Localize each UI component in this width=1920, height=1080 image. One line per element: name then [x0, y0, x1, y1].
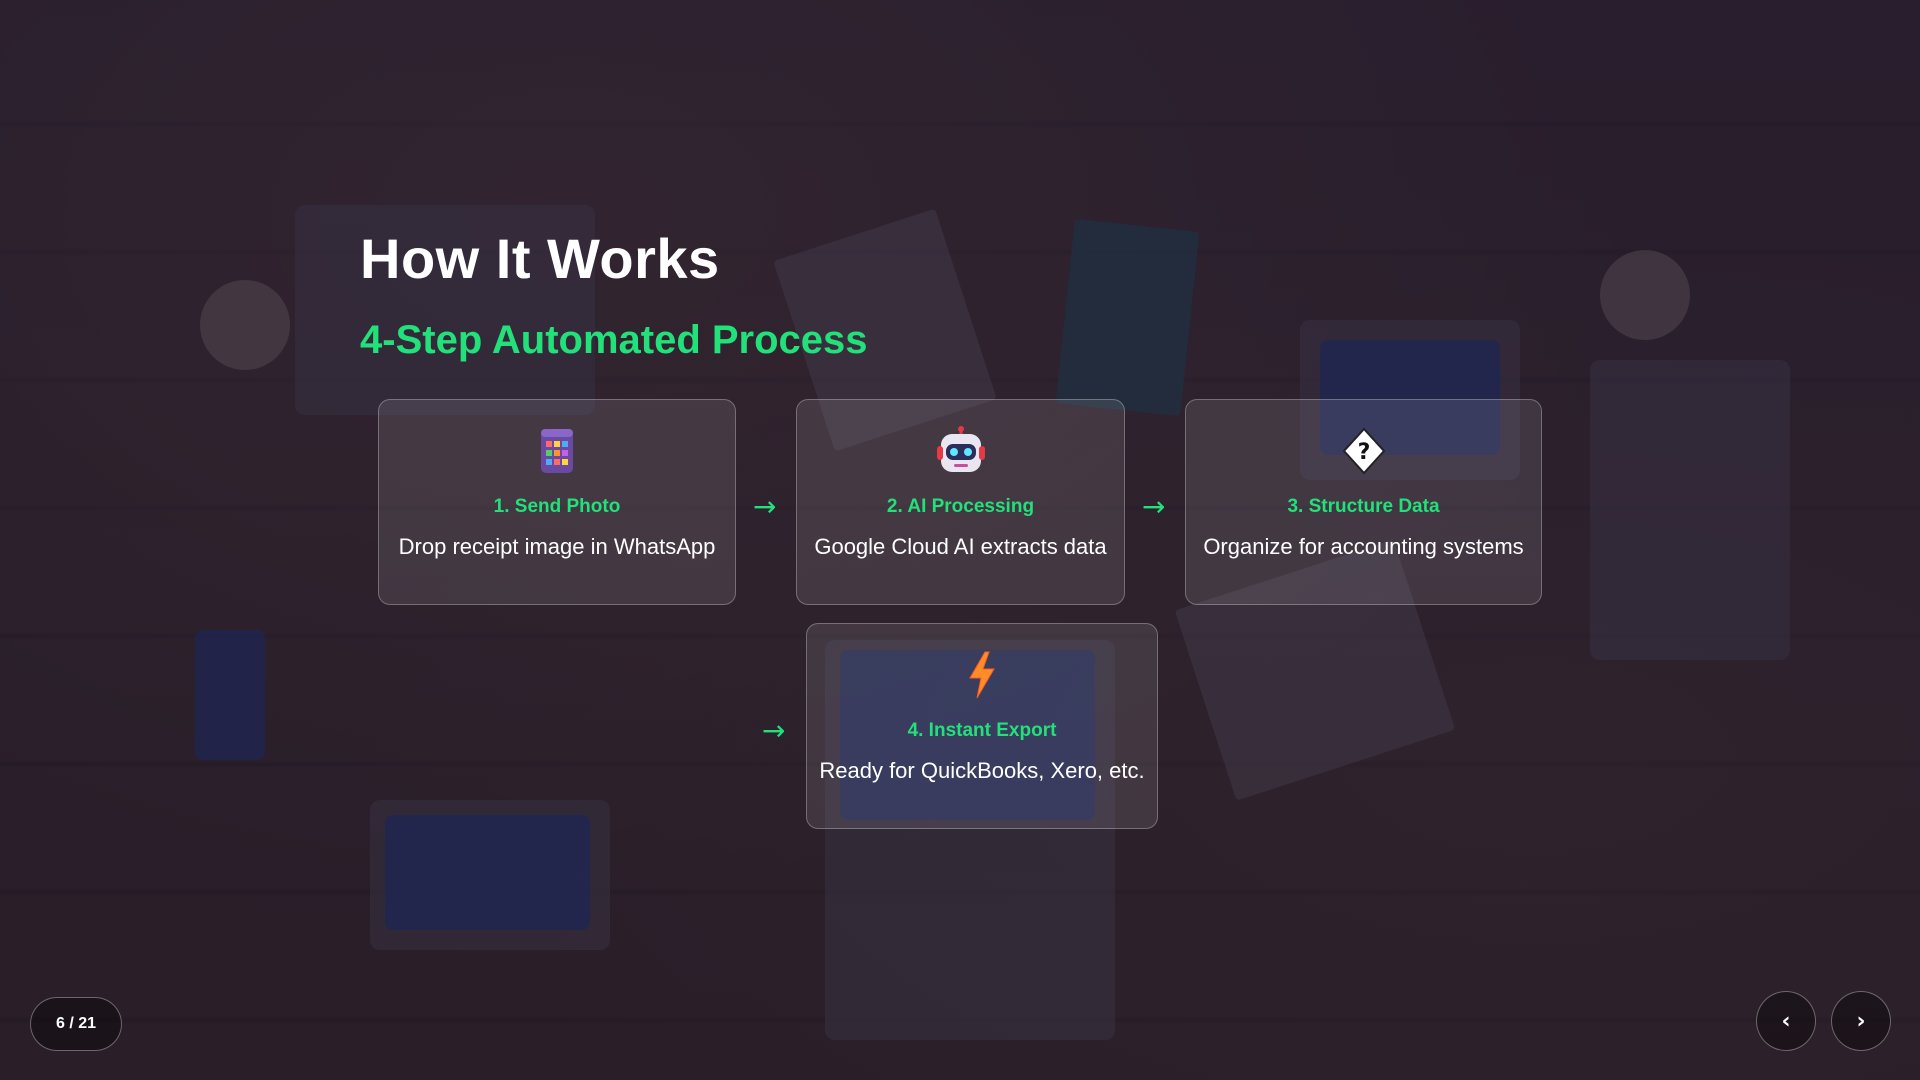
slide-subtitle: 4-Step Automated Process	[360, 318, 868, 362]
slide-title: How It Works	[360, 227, 720, 290]
step-description: Google Cloud AI extracts data	[814, 534, 1107, 559]
step-card-ai-processing: 2. AI Processing Google Cloud AI extract…	[796, 399, 1125, 605]
slide: How It Works 4-Step Automated Process 1.…	[0, 0, 1920, 1080]
step-description: Drop receipt image in WhatsApp	[398, 534, 716, 559]
step-card-structure-data: ? 3. Structure Data Organize for account…	[1185, 399, 1542, 605]
chevron-right-icon: ›	[1856, 1008, 1866, 1034]
step-card-instant-export: 4. Instant Export Ready for QuickBooks, …	[806, 623, 1158, 829]
step-title: 2. AI Processing	[886, 496, 1035, 517]
arrow-right-icon: →	[762, 714, 786, 747]
step-title: 1. Send Photo	[493, 496, 621, 517]
previous-slide-button[interactable]: ‹	[1756, 991, 1816, 1051]
step-title: 3. Structure Data	[1287, 496, 1440, 517]
arrow-right-icon: →	[753, 490, 777, 523]
step-description: Ready for QuickBooks, Xero, etc.	[819, 758, 1145, 783]
calendar-grid-icon	[532, 426, 582, 476]
lightning-icon	[957, 650, 1007, 700]
slide-counter: 6 / 21	[30, 997, 122, 1051]
chevron-left-icon: ‹	[1781, 1008, 1791, 1034]
question-diamond-icon: ?	[1339, 426, 1389, 476]
arrow-right-icon: →	[1142, 490, 1166, 523]
robot-icon	[936, 426, 986, 476]
step-title: 4. Instant Export	[907, 720, 1057, 741]
step-description: Organize for accounting systems	[1203, 534, 1524, 559]
step-card-send-photo: 1. Send Photo Drop receipt image in What…	[378, 399, 736, 605]
svg-text:?: ?	[1357, 440, 1370, 465]
next-slide-button[interactable]: ›	[1831, 991, 1891, 1051]
